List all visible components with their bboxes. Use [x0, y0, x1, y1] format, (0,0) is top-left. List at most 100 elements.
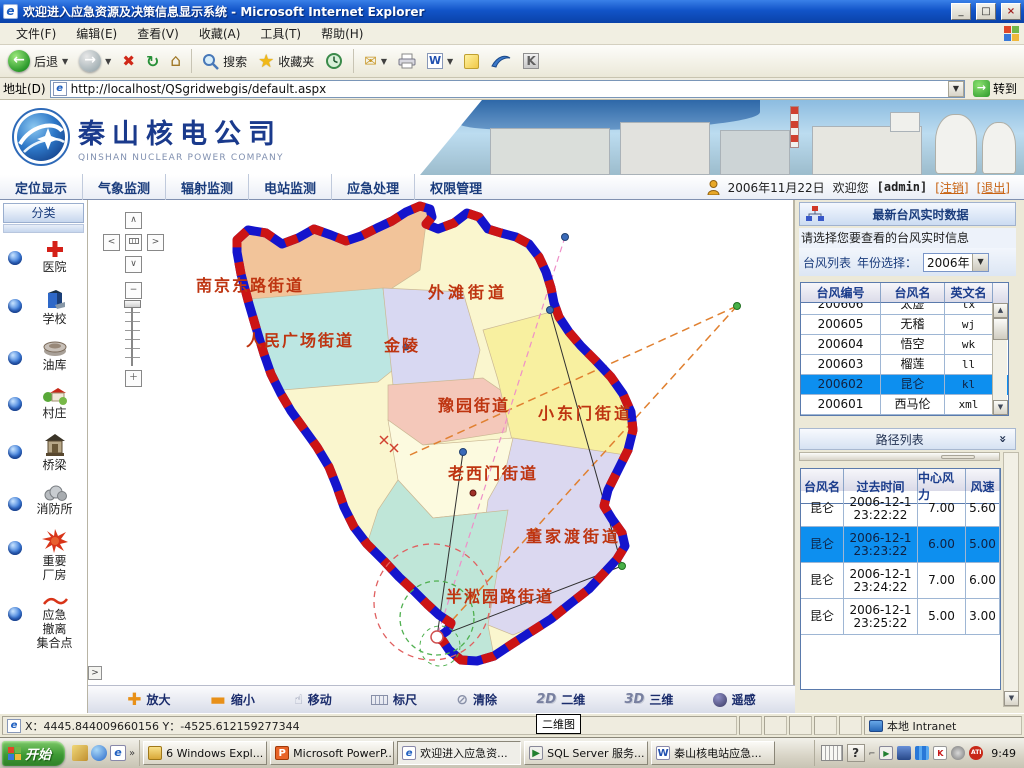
sidebar-item-school[interactable]: 学校 — [8, 287, 87, 326]
zoom-out-step-button[interactable]: − — [125, 282, 142, 299]
back-button[interactable]: ← 后退 ▼ — [4, 48, 72, 74]
quick-launch-icon[interactable] — [91, 745, 107, 761]
address-input[interactable]: e http://localhost/QSgridwebgis/default.… — [50, 80, 965, 98]
table-row[interactable]: 200602昆仑kl — [801, 375, 1008, 395]
map-3d-button[interactable]: 3D三维 — [624, 691, 673, 708]
address-dropdown-icon[interactable]: ▼ — [948, 81, 964, 97]
search-button[interactable]: 搜索 — [198, 51, 251, 72]
map-ruler-button[interactable]: 标尺 — [371, 691, 417, 708]
tray-grid-icon[interactable] — [915, 746, 929, 760]
map-clear-button[interactable]: ⊘清除 — [456, 691, 497, 708]
taskbar-button-word[interactable]: W 秦山核电站应急... — [651, 741, 775, 765]
minimize-button[interactable]: _ — [951, 3, 971, 20]
table-row[interactable]: 200601西马伦xml — [801, 395, 1008, 415]
tab-emergency[interactable]: 应急处理 — [332, 174, 415, 201]
scroll-up-icon[interactable]: ▲ — [993, 303, 1008, 318]
k-tool-button[interactable]: K — [519, 51, 543, 71]
zoom-slider-handle[interactable] — [124, 300, 141, 308]
sidebar-item-hospital[interactable]: 医院 — [8, 239, 87, 274]
scroll-down-icon[interactable]: ▼ — [993, 400, 1008, 415]
scroll-thumb[interactable] — [993, 318, 1008, 340]
history-button[interactable] — [321, 50, 347, 72]
home-button[interactable]: ⌂ — [166, 49, 185, 73]
forward-button[interactable]: → ▼ — [75, 48, 115, 74]
print-button[interactable] — [394, 51, 420, 71]
tab-radiation[interactable]: 辐射监测 — [166, 174, 249, 201]
ie-quick-launch-icon[interactable]: e — [110, 745, 126, 761]
table-row[interactable]: 200606太虚tx — [801, 303, 1008, 315]
help-tray-button[interactable]: ? — [847, 744, 865, 762]
back-dropdown-icon[interactable]: ▼ — [62, 57, 68, 66]
table-row[interactable]: 昆仑2006-12-1 23:24:227.006.00 — [801, 563, 1000, 599]
pan-right-button[interactable]: > — [147, 234, 164, 251]
tray-expand-icon[interactable]: ⌐ — [869, 749, 876, 758]
tray-network-icon[interactable] — [897, 746, 911, 760]
pan-left-button[interactable]: < — [103, 234, 120, 251]
table-row[interactable]: 200605无稽wj — [801, 315, 1008, 335]
year-select[interactable]: 2006年 ▼ — [923, 253, 989, 272]
map-remote-sensing-button[interactable]: 遥感 — [713, 691, 756, 708]
menu-edit[interactable]: 编辑(E) — [66, 22, 127, 45]
logout-link[interactable]: [注销] — [935, 179, 968, 196]
zoom-in-step-button[interactable]: ＋ — [125, 370, 142, 387]
pan-up-button[interactable]: ∧ — [125, 212, 142, 229]
taskbar-button-explorer-group[interactable]: 6 Windows Expl...▼ — [143, 741, 267, 765]
zoom-slider[interactable] — [125, 304, 140, 366]
tray-ati-icon[interactable]: ATI — [969, 746, 983, 760]
map-viewport[interactable]: 南京东路街道 外滩街道 人民广场街道 金陵 豫园街道 小东门街道 老西门街道 董… — [88, 200, 795, 713]
table-row[interactable]: 昆仑2006-12-1 23:25:225.003.00 — [801, 599, 1000, 635]
tab-station[interactable]: 电站监测 — [249, 174, 332, 201]
edit-dropdown-icon[interactable]: ▼ — [447, 57, 453, 66]
path-list-header[interactable]: 路径列表 » — [799, 428, 1016, 450]
mail-button[interactable]: ✉▼ — [360, 50, 391, 72]
sidebar-item-assembly-point[interactable]: 应急 撤离 集合点 — [8, 595, 87, 650]
table-row[interactable]: 昆仑2006-12-1 23:23:226.005.00 — [801, 527, 1000, 563]
sidebar-item-village[interactable]: 村庄 — [8, 385, 87, 420]
quick-launch-icon[interactable] — [72, 745, 88, 761]
swoosh-button[interactable] — [486, 51, 516, 71]
stop-button[interactable]: ✖ — [118, 50, 139, 72]
sidebar-item-oil-depot[interactable]: 油库 — [8, 339, 87, 372]
table-row[interactable]: 200603榴莲ll — [801, 355, 1008, 375]
note-button[interactable] — [460, 52, 483, 71]
scroll-down-icon[interactable]: ▼ — [1004, 691, 1019, 706]
menu-view[interactable]: 查看(V) — [127, 22, 189, 45]
refresh-button[interactable]: ↻ — [142, 50, 163, 73]
favorites-button[interactable]: ★ 收藏夹 — [254, 49, 318, 74]
menu-help[interactable]: 帮助(H) — [311, 22, 373, 45]
panel-scrollbar[interactable]: ▼ — [1003, 452, 1019, 707]
tray-sql-icon[interactable]: ▶ — [879, 746, 893, 760]
taskbar-button-ie-active[interactable]: e 欢迎进入应急资... — [397, 741, 521, 765]
collapse-chevron-icon[interactable]: » — [996, 435, 1010, 443]
menu-favorites[interactable]: 收藏(A) — [189, 22, 251, 45]
sidebar-item-bridge[interactable]: 桥梁 — [8, 433, 87, 472]
full-extent-button[interactable] — [125, 234, 142, 251]
map-zoom-out-button[interactable]: ▬缩小 — [210, 690, 255, 710]
category-header[interactable]: 分类 — [3, 203, 84, 223]
table-row[interactable]: 200604悟空wk — [801, 335, 1008, 355]
map-zoom-in-button[interactable]: ✚放大 — [127, 690, 170, 710]
district-map[interactable]: 南京东路街道 外滩街道 人民广场街道 金陵 豫园街道 小东门街道 老西门街道 董… — [88, 200, 795, 685]
mail-dropdown-icon[interactable]: ▼ — [381, 57, 387, 66]
typhoon-table-scrollbar[interactable]: ▲ ▼ — [992, 303, 1007, 415]
taskbar-button-powerpoint[interactable]: P Microsoft PowerP... — [270, 741, 394, 765]
taskbar-button-sql-server[interactable]: ▶ SQL Server 服务... — [524, 741, 648, 765]
tab-weather[interactable]: 气象监测 — [83, 174, 166, 201]
close-button[interactable]: × — [1001, 3, 1021, 20]
table-row[interactable]: 昆仑2006-12-1 23:22:227.005.60 — [801, 491, 1000, 527]
year-dropdown-icon[interactable]: ▼ — [972, 254, 988, 271]
pan-down-button[interactable]: ∨ — [125, 256, 142, 273]
sidebar-item-fire-station[interactable]: 消防所 — [8, 485, 87, 516]
maximize-button[interactable]: □ — [976, 3, 996, 20]
tab-permissions[interactable]: 权限管理 — [415, 174, 497, 201]
tray-volume-icon[interactable] — [951, 746, 965, 760]
map-pan-button[interactable]: ☝移动 — [294, 691, 332, 708]
keyboard-layout-icon[interactable] — [821, 745, 843, 761]
start-button[interactable]: 开始 — [2, 741, 65, 766]
tray-antivirus-icon[interactable]: K — [933, 746, 947, 760]
sidebar-collapse-button[interactable]: > — [88, 666, 102, 680]
sidebar-item-key-plant[interactable]: 重要 厂房 — [8, 529, 87, 582]
tab-positioning[interactable]: 定位显示 — [0, 174, 83, 201]
panel-splitter[interactable] — [799, 452, 1000, 461]
forward-dropdown-icon[interactable]: ▼ — [105, 57, 111, 66]
